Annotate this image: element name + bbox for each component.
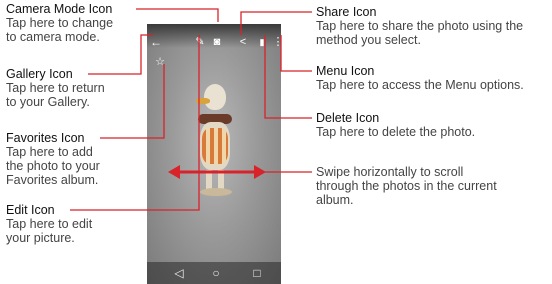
favorites-callout: Favorites Icon Tap here to add the photo… <box>6 131 100 187</box>
favorites-callout-line <box>100 64 165 139</box>
share-callout-line <box>240 11 312 35</box>
gallery-callout: Gallery Icon Tap here to return to your … <box>6 67 105 109</box>
delete-callout: Delete Icon Tap here to delete the photo… <box>316 111 476 139</box>
camera-mode-callout: Camera Mode Icon Tap here to change to c… <box>6 2 114 44</box>
swipe-callout: Swipe horizontally to scroll through the… <box>316 165 497 207</box>
edit-callout: Edit Icon Tap here to edit your picture. <box>6 203 93 245</box>
delete-callout-line <box>264 35 312 119</box>
camera-callout-line <box>136 8 219 22</box>
menu-callout-line <box>280 35 312 72</box>
share-callout: Share Icon Tap here to share the photo u… <box>316 5 524 47</box>
menu-callout: Menu Icon Tap here to access the Menu op… <box>316 64 524 92</box>
